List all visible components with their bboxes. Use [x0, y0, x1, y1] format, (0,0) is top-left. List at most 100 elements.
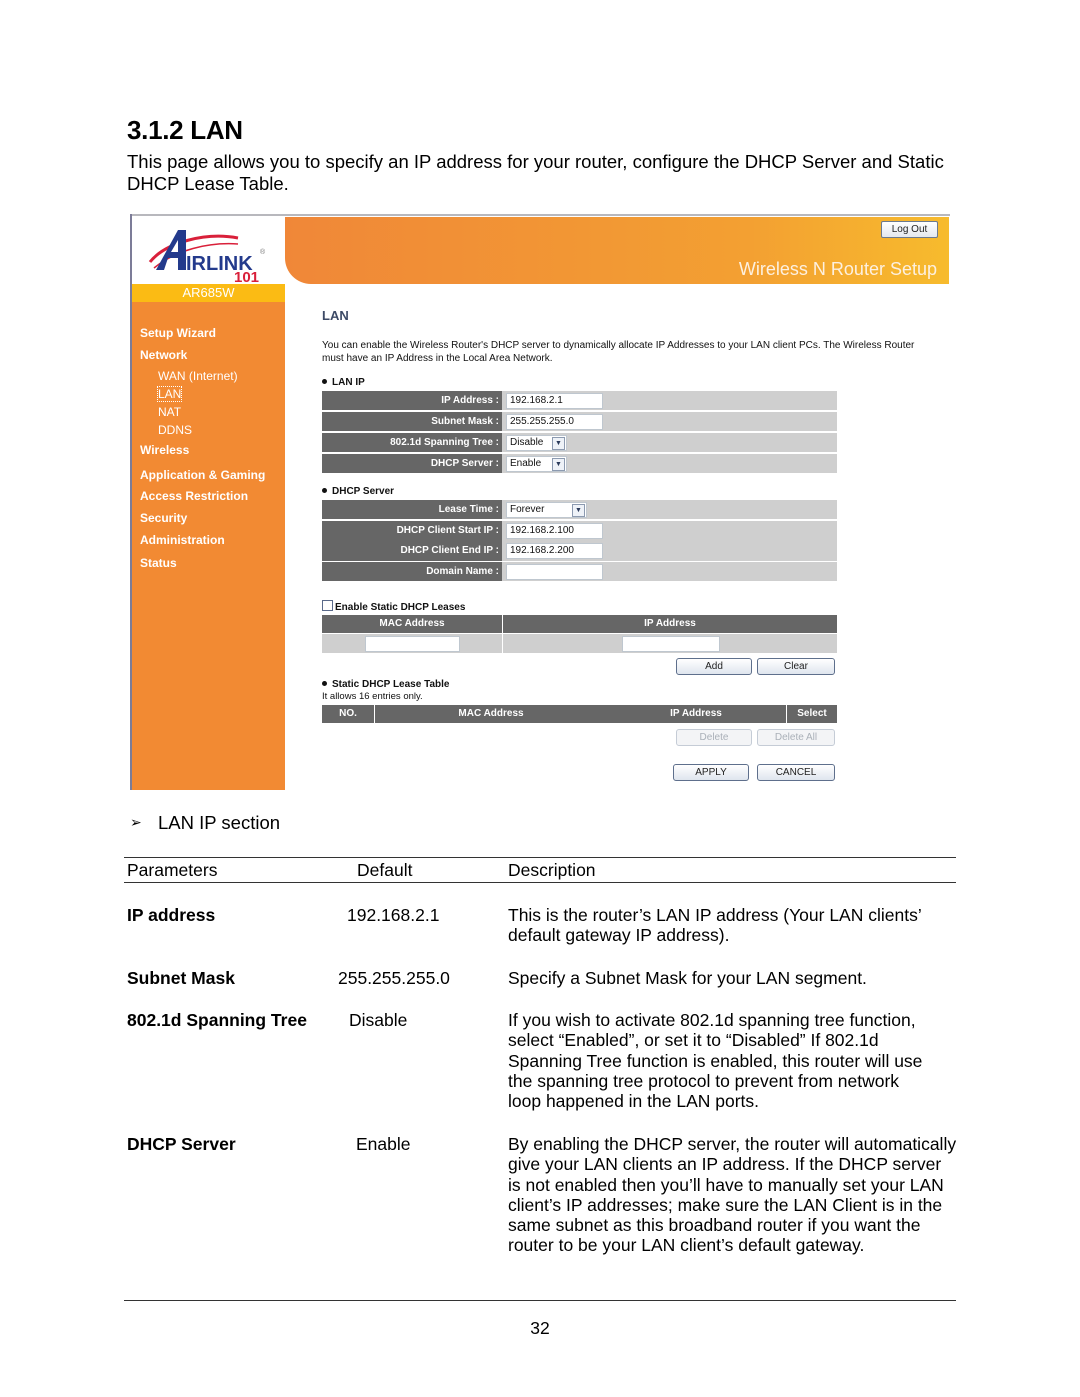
- sidebar-item-lan[interactable]: LAN: [156, 386, 183, 402]
- domain-name-input[interactable]: [506, 564, 603, 580]
- domain-name-label: Domain Name :: [322, 562, 502, 581]
- param-name: DHCP Server: [127, 1134, 236, 1154]
- apply-button[interactable]: APPLY: [673, 764, 749, 781]
- sidebar-item-network[interactable]: Network: [140, 348, 187, 362]
- domain-name-row: Domain Name :: [322, 562, 837, 581]
- subnet-mask-input[interactable]: 255.255.255.0: [506, 414, 603, 430]
- enable-static-leases-checkbox[interactable]: [322, 600, 333, 611]
- column-select: Select: [797, 708, 827, 719]
- param-default: 192.168.2.1: [347, 905, 440, 925]
- client-ip-range-row: DHCP Client Start IP : DHCP Client End I…: [322, 521, 837, 561]
- banner-title: Wireless N Router Setup: [738, 259, 937, 279]
- page-description: You can enable the Wireless Router's DHC…: [322, 340, 915, 364]
- dhcp-server-value: Enable: [510, 458, 542, 469]
- chevron-down-icon[interactable]: ▼: [572, 504, 585, 517]
- column-mac-address: MAC Address: [379, 618, 445, 629]
- airlink-logo-icon: IRLINK ® 101: [148, 230, 266, 282]
- sidebar-item-application-gaming[interactable]: Application & Gaming: [140, 468, 265, 482]
- param-description: If you wish to activate 802.1d spanning …: [508, 1010, 923, 1112]
- end-ip-input[interactable]: 192.168.2.200: [506, 543, 603, 559]
- arrow-bullet-icon: ➢: [130, 814, 142, 830]
- sidebar-item-security[interactable]: Security: [140, 511, 187, 525]
- bullet-icon: [322, 681, 327, 686]
- enable-static-leases-label: Enable Static DHCP Leases: [335, 602, 466, 613]
- spanning-tree-label: 802.1d Spanning Tree :: [322, 433, 502, 452]
- lease-table-note: It allows 16 entries only.: [322, 691, 423, 702]
- column-ip-address: IP Address: [644, 618, 696, 629]
- sidebar-item-ddns[interactable]: DDNS: [158, 423, 192, 437]
- ip-address-input[interactable]: 192.168.2.1: [506, 393, 603, 409]
- delete-button[interactable]: Delete: [676, 729, 752, 746]
- ip-address-label: IP Address :: [322, 391, 502, 410]
- end-ip-label: DHCP Client End IP :: [400, 545, 499, 556]
- dhcp-server-label: DHCP Server :: [322, 454, 502, 473]
- lease-time-select[interactable]: Forever ▼: [506, 502, 587, 518]
- dhcp-server-select[interactable]: Enable ▼: [506, 456, 567, 472]
- page-number: 32: [530, 1318, 550, 1338]
- sidebar-item-administration[interactable]: Administration: [140, 533, 225, 547]
- ip-address-row: IP Address : 192.168.2.1: [322, 391, 837, 410]
- model-label: AR685W: [132, 284, 285, 302]
- param-default: Enable: [356, 1134, 411, 1154]
- main-panel: LAN You can enable the Wireless Router's…: [320, 302, 950, 790]
- param-default: 255.255.255.0: [338, 968, 450, 988]
- chevron-down-icon[interactable]: ▼: [552, 458, 565, 471]
- lease-time-row: Lease Time : Forever ▼: [322, 500, 837, 519]
- sidebar-item-wan[interactable]: WAN (Internet): [158, 369, 238, 383]
- table-top-rule: [124, 857, 956, 858]
- delete-all-button[interactable]: Delete All: [757, 729, 835, 746]
- bullet-icon: [322, 488, 327, 493]
- column-no: NO.: [339, 708, 357, 719]
- lan-ip-section-heading: ➢ LAN IP section: [130, 812, 281, 833]
- sidebar-item-wireless[interactable]: Wireless: [140, 443, 189, 457]
- mac-address-input[interactable]: [365, 636, 460, 652]
- param-description: Specify a Subnet Mask for your LAN segme…: [508, 968, 867, 988]
- section-title: 3.1.2 LAN: [127, 115, 243, 146]
- lease-time-label: Lease Time :: [322, 500, 502, 519]
- static-leases-toggle[interactable]: Enable Static DHCP Leases: [322, 600, 465, 613]
- window-left-border: [130, 214, 132, 790]
- param-name: Subnet Mask: [127, 968, 235, 988]
- lan-ip-section-heading: LAN IP: [322, 377, 365, 388]
- sidebar-item-access-restriction[interactable]: Access Restriction: [140, 489, 248, 503]
- sidebar-item-setup-wizard[interactable]: Setup Wizard: [140, 326, 216, 340]
- logo-area: IRLINK ® 101: [132, 216, 285, 284]
- sidebar: Setup Wizard Network WAN (Internet) LAN …: [132, 302, 285, 790]
- start-ip-input[interactable]: 192.168.2.100: [506, 523, 603, 539]
- param-description: By enabling the DHCP server, the router …: [508, 1134, 957, 1256]
- param-name: 802.1d Spanning Tree: [127, 1010, 307, 1030]
- svg-text:101: 101: [234, 269, 259, 282]
- clear-button[interactable]: Clear: [757, 658, 835, 675]
- lease-time-value: Forever: [510, 504, 545, 515]
- column-description: Description: [508, 860, 596, 880]
- subnet-mask-row: Subnet Mask : 255.255.255.0: [322, 412, 837, 431]
- section-intro: This page allows you to specify an IP ad…: [127, 151, 944, 194]
- column-mac-address: MAC Address: [458, 708, 524, 719]
- ip-address-lease-input[interactable]: [622, 636, 720, 652]
- cancel-button[interactable]: CANCEL: [757, 764, 835, 781]
- footer-rule: [124, 1300, 956, 1301]
- svg-text:®: ®: [260, 248, 266, 256]
- start-ip-label: DHCP Client Start IP :: [396, 525, 499, 536]
- chevron-down-icon[interactable]: ▼: [552, 437, 565, 450]
- header-banner: Wireless N Router Setup: [285, 217, 949, 284]
- column-parameters: Parameters: [127, 860, 218, 880]
- param-description: This is the router’s LAN IP address (You…: [508, 905, 922, 946]
- sidebar-item-status[interactable]: Status: [140, 556, 177, 570]
- spanning-tree-row: 802.1d Spanning Tree : Disable ▼: [322, 433, 837, 452]
- sidebar-item-nat[interactable]: NAT: [158, 405, 181, 419]
- subnet-mask-label: Subnet Mask :: [322, 412, 502, 431]
- logout-button[interactable]: Log Out: [881, 221, 938, 238]
- static-leases-header: MAC Address IP Address: [322, 615, 837, 633]
- page-heading: LAN: [322, 308, 349, 323]
- lease-table-section-heading: Static DHCP Lease Table: [322, 679, 449, 690]
- spanning-tree-value: Disable: [510, 437, 544, 448]
- static-leases-input-row: [322, 634, 837, 653]
- bullet-icon: [322, 379, 327, 384]
- spanning-tree-select[interactable]: Disable ▼: [506, 435, 567, 451]
- param-name: IP address: [127, 905, 216, 925]
- lease-table-header: NO. MAC Address IP Address Select: [322, 705, 837, 723]
- router-screenshot: Wireless N Router Setup Log Out IRLINK ®…: [130, 214, 950, 790]
- add-button[interactable]: Add: [676, 658, 752, 675]
- param-default: Disable: [349, 1010, 408, 1030]
